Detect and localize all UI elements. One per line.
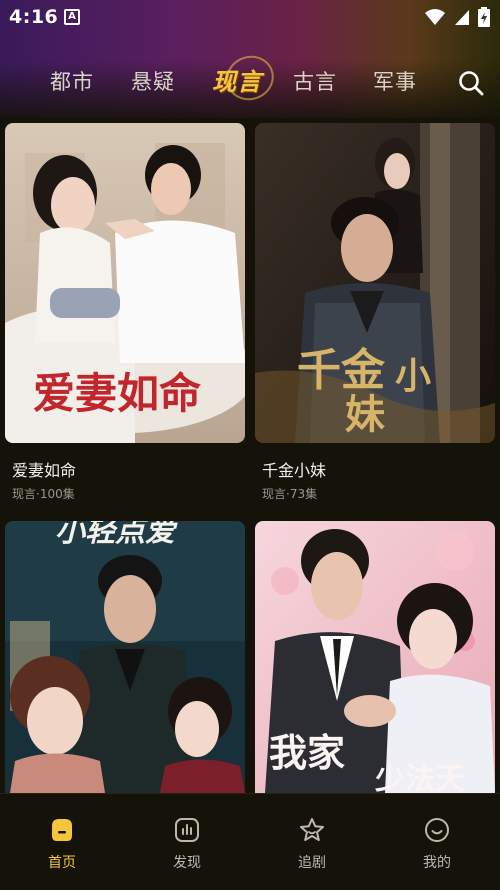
app-screen: 4:16 A 都市 悬疑 现言 古言 军事 爱妻如命 爱妻如命 现言·100集 … (0, 0, 500, 890)
bottom-navigation: 首页 发现 追剧 我的 (0, 793, 500, 890)
home-icon (52, 819, 72, 841)
poster-title-art: 千金 (297, 345, 386, 396)
nav-discover[interactable]: 发现 (157, 816, 217, 872)
poster-title-art: 爱妻如命 (33, 369, 201, 418)
drama-poster[interactable]: 小轻点爱 (5, 521, 245, 793)
poster-image: 千金 小 妹 (255, 123, 495, 443)
poster-image: 我家 少法天 (255, 521, 495, 793)
drama-title[interactable]: 千金小妹 (262, 457, 326, 481)
notification-icon: A (64, 9, 80, 25)
poster-title-art: 妹 (345, 391, 385, 438)
drama-meta: 现言·100集 (12, 487, 75, 501)
status-icons (424, 7, 490, 27)
drama-title[interactable]: 爱妻如命 (12, 457, 76, 481)
drama-poster[interactable]: 我家 少法天 (255, 521, 495, 793)
nav-home-label: 首页 (48, 855, 76, 871)
nav-follow[interactable]: 追剧 (282, 816, 342, 872)
nav-follow-label: 追剧 (298, 855, 326, 871)
tab-junshi[interactable]: 军事 (373, 66, 417, 96)
battery-icon (478, 7, 490, 27)
status-time: 4:16 (9, 6, 59, 28)
discover-icon (175, 818, 199, 842)
poster-image: 小轻点爱 (5, 521, 245, 793)
nav-home[interactable]: 首页 (32, 816, 92, 872)
signal-icon (455, 10, 469, 25)
poster-title-art: 小 (395, 355, 431, 397)
wifi-icon (425, 9, 445, 25)
nav-profile[interactable]: 我的 (407, 816, 467, 872)
tab-dushi[interactable]: 都市 (50, 66, 94, 96)
tab-xuanyi[interactable]: 悬疑 (131, 66, 175, 96)
poster-image: 爱妻如命 (5, 123, 245, 443)
star-icon (300, 818, 324, 841)
nav-profile-label: 我的 (423, 855, 451, 871)
tab-guyan[interactable]: 古言 (293, 66, 337, 96)
profile-icon (425, 818, 449, 842)
drama-meta: 现言·73集 (262, 487, 318, 501)
nav-discover-label: 发现 (173, 855, 201, 871)
poster-title-art: 我家 (269, 730, 345, 775)
poster-title-art: 少法天 (375, 762, 465, 793)
search-icon[interactable] (458, 70, 484, 96)
drama-poster[interactable]: 千金 小 妹 (255, 123, 495, 443)
status-bar: 4:16 A (0, 0, 500, 34)
poster-title-art: 小轻点爱 (55, 521, 178, 549)
drama-poster[interactable]: 爱妻如命 (5, 123, 245, 443)
